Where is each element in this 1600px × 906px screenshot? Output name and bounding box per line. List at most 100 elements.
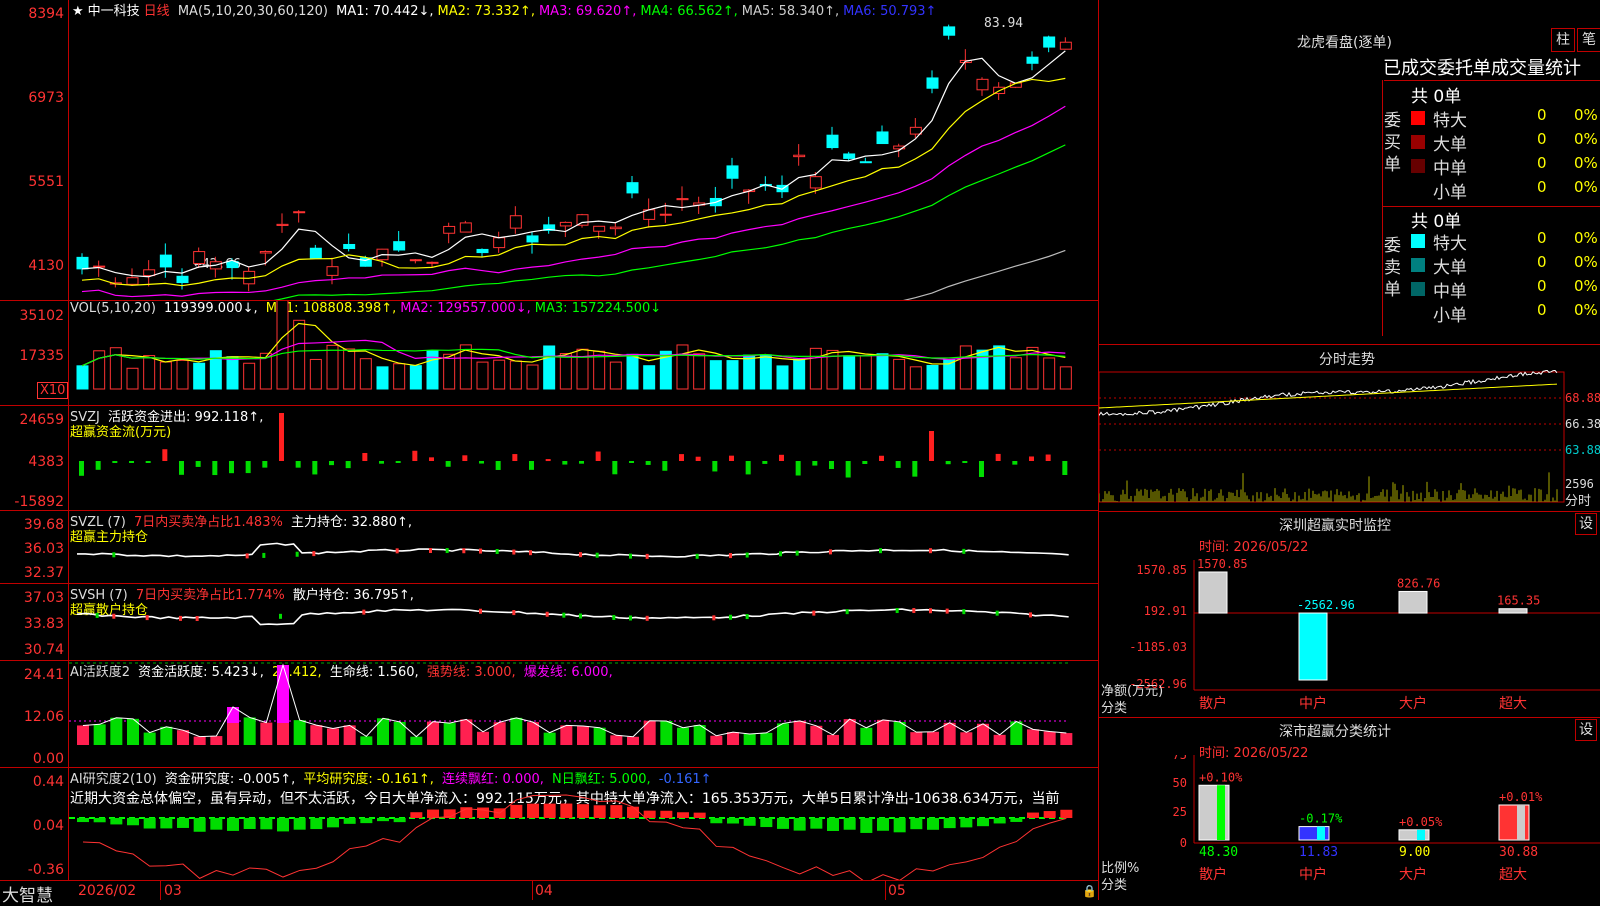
volume-bar [159, 361, 172, 390]
intraday-chart[interactable]: 68.88 66.38 63.88 2596 分时 [1099, 370, 1600, 510]
candle-body [493, 237, 506, 249]
fund-flow-bar [545, 459, 551, 462]
ma-line [81, 50, 1066, 278]
active-bar [827, 734, 839, 745]
holding-tick [962, 609, 966, 615]
sh-category-label: 超大 [1499, 867, 1527, 883]
lock-icon[interactable]: 🔒 [1082, 884, 1097, 898]
fund-flow-bar [462, 455, 468, 461]
research-bar [610, 805, 623, 818]
y-tick: 24659 [19, 412, 64, 428]
volume-bar [709, 360, 722, 390]
divider [1384, 80, 1600, 81]
holding-tick [629, 615, 632, 621]
volume-bar [343, 348, 356, 390]
candle-body [926, 77, 939, 89]
order-count: 0 [1537, 106, 1547, 124]
research-line [82, 794, 1067, 880]
volume-bar [626, 353, 639, 390]
fund-flow-bar [812, 461, 818, 466]
fund-flow-bar [1029, 456, 1034, 461]
holding-tick [462, 548, 466, 554]
holding-tick [395, 548, 399, 554]
intraday-y-tick: 66.38 [1565, 417, 1600, 431]
y-tick: 24.41 [23, 667, 64, 683]
y-tick: 4383 [28, 454, 64, 470]
active-bar [910, 732, 923, 745]
main-holding-chart[interactable] [69, 511, 1098, 583]
sh-y-tick: 50 [1173, 776, 1187, 790]
divider [1099, 344, 1600, 345]
holding-tick [495, 549, 499, 555]
active-bar [260, 722, 273, 745]
research-bar [310, 818, 323, 830]
fund-flow-bar [845, 461, 851, 478]
fund-flow-bar [529, 461, 534, 470]
holding-tick [912, 608, 916, 614]
candle-body [293, 211, 306, 214]
sh-change-label: +0.01% [1499, 790, 1543, 804]
research-bar [993, 818, 1006, 824]
stroke-mode-button[interactable]: 笔 [1577, 28, 1600, 52]
fund-flow-bar [279, 413, 284, 461]
volume-bar [576, 348, 589, 390]
y-tick: 0.44 [32, 774, 64, 790]
order-name: 中单 [1433, 159, 1467, 179]
ma-line [273, 144, 1066, 300]
holding-tick [445, 548, 449, 554]
retail-holding-chart[interactable] [69, 584, 1098, 660]
fund-flow-bar [362, 452, 368, 461]
sz-monitor-chart[interactable]: 1570.85192.91-1185.03-2562.961570.85散户-2… [1099, 550, 1600, 720]
candle-body [659, 213, 672, 216]
fund-flow-bar [645, 461, 651, 465]
active-bar [177, 730, 189, 745]
sz-settings-button[interactable]: 设 [1575, 513, 1597, 535]
sh-settings-button[interactable]: 设 [1575, 719, 1597, 741]
holding-tick [929, 608, 932, 614]
divider [1099, 511, 1600, 512]
holding-tick [512, 549, 516, 555]
main-chart-area[interactable]: ★ 中一科技 日线 MA(5,10,20,30,60,120) MA1: 70.44… [0, 0, 1100, 906]
order-name: 特大 [1433, 234, 1467, 254]
active-bar [210, 736, 223, 745]
research-bar [643, 810, 656, 818]
volume-bar [843, 355, 856, 390]
ai-research-chart[interactable] [69, 768, 1098, 880]
holding-tick [579, 552, 582, 558]
sh-value-label: 9.00 [1399, 845, 1430, 860]
volume-bar [726, 360, 739, 390]
fund-flow-bar [1045, 454, 1051, 461]
fund-flow-bar [729, 455, 734, 461]
sh-category-label: 散户 [1199, 866, 1227, 883]
sz-title: 深圳超赢实时监控 [1279, 518, 1391, 534]
ai-active-chart[interactable] [69, 661, 1098, 767]
holding-tick [845, 609, 849, 615]
volume-bar [526, 364, 539, 390]
candle-body [276, 223, 289, 226]
research-bar [93, 818, 106, 823]
active-bar [110, 717, 123, 745]
holding-tick [962, 548, 966, 554]
active-base-bar [227, 723, 239, 745]
sh-stats-chart[interactable]: 75 50 25 0 +0.10% 48.30 散户 -0.17% 11.83 中户 +0.05% 9… [1099, 755, 1600, 900]
active-bar [1043, 731, 1056, 745]
fund-flow-chart[interactable] [69, 406, 1098, 510]
bar-mode-button[interactable]: 柱 [1551, 28, 1575, 52]
order-pct: 0% [1574, 106, 1598, 124]
volume-bar [476, 361, 489, 390]
holding-tick [145, 615, 149, 621]
candlestick-chart[interactable]: 83.94 ←42.66 [69, 0, 1098, 300]
intraday-unit: 分时 [1565, 494, 1591, 509]
order-color-swatch [1411, 306, 1425, 320]
fund-flow-bar [712, 461, 718, 472]
fund-flow-bar [495, 461, 501, 470]
sz-value-label: 1570.85 [1197, 557, 1248, 571]
divider [1099, 717, 1600, 718]
candle-body [409, 259, 422, 262]
research-bar [743, 818, 756, 826]
fund-flow-bar [129, 461, 134, 463]
volume-chart[interactable] [69, 301, 1098, 405]
holding-tick [112, 613, 116, 619]
active-bar [760, 732, 773, 745]
fund-flow-bar [779, 454, 784, 461]
